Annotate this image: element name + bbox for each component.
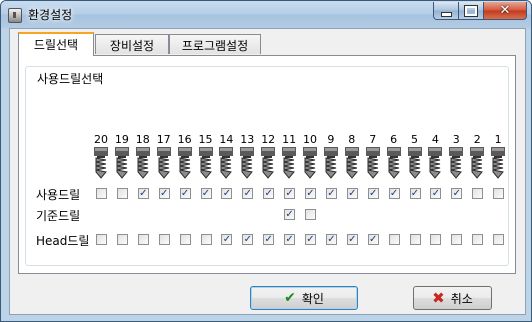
drill-bit-icon [240, 147, 255, 179]
drill-checkbox[interactable]: ✓ [284, 209, 296, 220]
close-button[interactable]: ✕ [483, 2, 527, 20]
drill-checkbox[interactable]: ✓ [200, 188, 212, 199]
check-icon: ✔ [284, 290, 296, 306]
drill-checkbox[interactable]: ✓ [325, 188, 337, 199]
row-label: Head드릴 [36, 234, 90, 248]
cancel-button[interactable]: ✖ 취소 [413, 286, 492, 310]
maximize-button[interactable] [458, 2, 484, 20]
drill-checkbox[interactable] [388, 234, 400, 245]
drill-bit-icon [261, 147, 276, 179]
drill-checkbox[interactable]: ✓ [158, 188, 170, 199]
drill-bit-icon [344, 147, 359, 179]
drill-checkbox[interactable]: ✓ [367, 234, 379, 245]
drill-bit-icon [323, 147, 338, 179]
drill-checkbox[interactable] [200, 234, 212, 245]
drill-checkbox[interactable] [409, 234, 421, 245]
minimize-button[interactable] [433, 2, 459, 20]
drill-checkbox[interactable]: ✓ [346, 188, 358, 199]
drill-checkbox[interactable]: ✓ [284, 188, 296, 199]
drill-selection-group: 사용드릴선택 20 19 18 17 16 15 14 13 12 11 10 9 8 7 6 5 4 3 2 1 사용… [25, 66, 509, 266]
drill-checkbox[interactable] [116, 188, 128, 199]
settings-window: 환경설정 ✕ 드릴선택 장비설정 프로그램설정 사용드릴선택 20 19 18 17 1… [0, 0, 532, 322]
drill-checkbox[interactable] [472, 234, 484, 245]
drill-checkbox[interactable]: ✓ [137, 188, 149, 199]
drill-bit-icon [428, 147, 443, 179]
drill-checkbox[interactable] [137, 234, 149, 245]
drill-checkbox[interactable] [472, 188, 484, 199]
drill-checkbox[interactable] [305, 209, 316, 220]
drill-bit-icon [156, 147, 171, 179]
drill-number: 1 [494, 133, 502, 146]
drill-checkbox[interactable] [179, 234, 191, 245]
drill-checkbox[interactable] [158, 234, 170, 245]
tab-drill-select[interactable]: 드릴선택 [18, 32, 94, 56]
ok-button[interactable]: ✔ 확인 [250, 286, 358, 310]
drill-checkbox[interactable]: ✓ [305, 234, 316, 245]
drill-bit-icon [386, 147, 401, 179]
tab-panel: 사용드릴선택 20 19 18 17 16 15 14 13 12 11 10 9 8 7 6 5 4 3 2 1 사용… [18, 55, 516, 274]
tab-equipment-settings[interactable]: 장비설정 [95, 34, 169, 54]
drill-checkbox[interactable]: ✓ [221, 188, 233, 199]
drill-checkbox[interactable] [493, 234, 505, 245]
drill-checkbox[interactable] [116, 234, 128, 245]
drill-bit-icon [491, 147, 506, 179]
drill-bit-icon [282, 147, 297, 179]
drill-bit-icon [449, 147, 464, 179]
drill-bit-icon [470, 147, 485, 179]
drill-checkbox[interactable]: ✓ [367, 188, 379, 199]
title-bar[interactable]: 환경설정 ✕ [1, 1, 531, 28]
drill-checkbox[interactable]: ✓ [263, 188, 275, 199]
drill-checkbox[interactable]: ✓ [221, 234, 233, 245]
minimize-icon [440, 11, 452, 17]
drill-checkbox[interactable]: ✓ [284, 234, 296, 245]
drill-checkbox[interactable]: ✓ [263, 234, 275, 245]
drill-checkbox[interactable]: ✓ [451, 188, 463, 199]
drill-checkbox[interactable]: ✓ [242, 234, 254, 245]
drill-bit-icon [114, 147, 129, 179]
ok-label: 확인 [301, 291, 324, 306]
drill-bit-icon [365, 147, 380, 179]
drill-bit-icon [177, 147, 192, 179]
row-label: 사용드릴 [36, 188, 81, 202]
app-icon [8, 8, 22, 23]
drill-checkbox[interactable] [451, 234, 463, 245]
drill-checkbox[interactable] [96, 188, 107, 199]
drill-checkbox[interactable]: ✓ [179, 188, 191, 199]
drill-checkbox[interactable]: ✓ [409, 188, 421, 199]
drill-checkbox[interactable]: ✓ [388, 188, 400, 199]
drill-checkbox[interactable]: ✓ [346, 234, 358, 245]
group-title: 사용드릴선택 [34, 70, 107, 87]
drill-bit-icon [135, 147, 150, 179]
drill-bit-icon [198, 147, 213, 179]
maximize-icon [464, 4, 478, 17]
drill-checkbox[interactable]: ✓ [430, 188, 442, 199]
x-icon: ✖ [432, 289, 445, 307]
window-title: 환경설정 [28, 8, 73, 22]
row-label: 기준드릴 [36, 209, 81, 223]
close-icon: ✕ [499, 3, 511, 18]
drill-checkbox[interactable]: ✓ [305, 188, 316, 199]
drill-checkbox[interactable] [96, 234, 107, 245]
drill-checkbox[interactable] [430, 234, 442, 245]
dialog-body: 드릴선택 장비설정 프로그램설정 사용드릴선택 20 19 18 17 16 15 14 13… [9, 28, 526, 315]
drill-bit-icon [94, 147, 108, 179]
cancel-label: 취소 [450, 291, 473, 306]
drill-checkbox[interactable] [493, 188, 505, 199]
drill-checkbox[interactable]: ✓ [325, 234, 337, 245]
drill-bit-icon [219, 147, 234, 179]
tab-program-settings[interactable]: 프로그램설정 [169, 34, 261, 54]
drill-bit-icon [407, 147, 422, 179]
drill-bit-icon [303, 147, 317, 179]
drill-checkbox[interactable]: ✓ [242, 188, 254, 199]
